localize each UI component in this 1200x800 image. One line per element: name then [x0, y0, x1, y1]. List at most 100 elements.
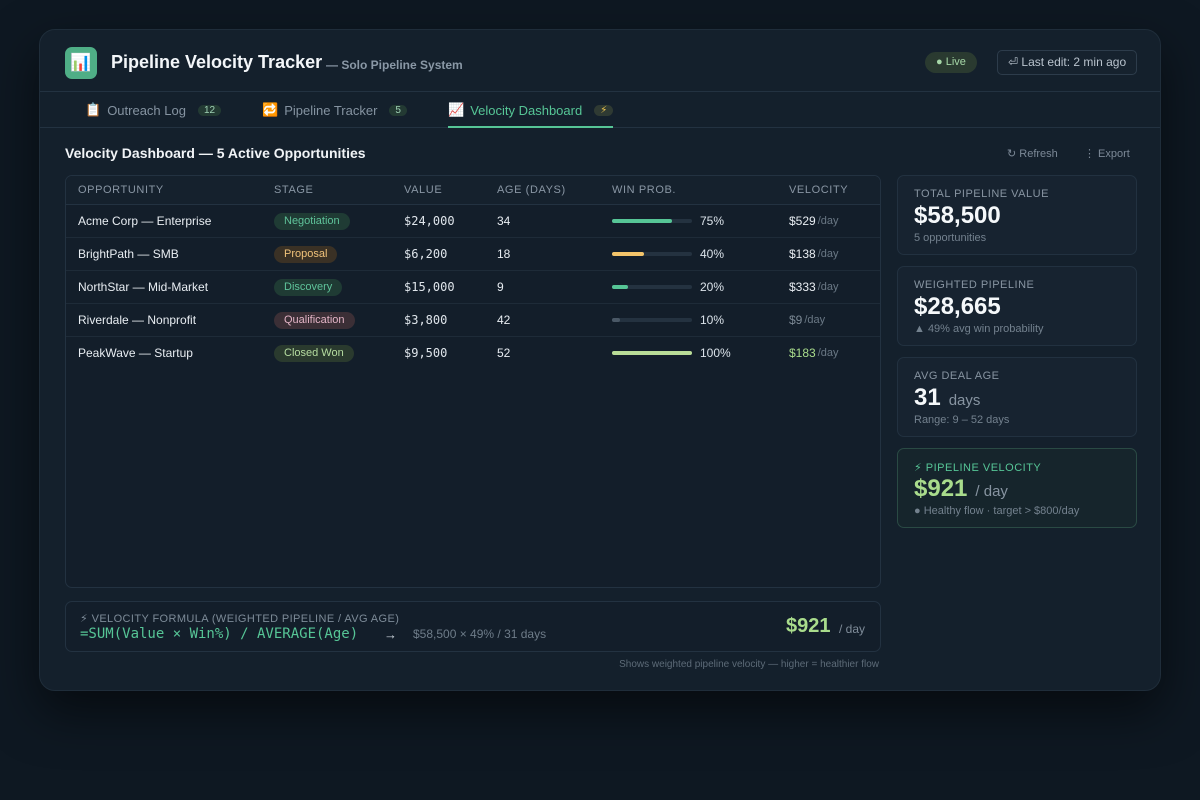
deal-value: $6,200	[404, 247, 448, 261]
card-subtext: Range: 9 – 52 days	[914, 414, 1010, 426]
stage-cell: Qualification	[274, 304, 355, 336]
velocity-value: $9	[789, 313, 803, 327]
table-row[interactable]: PeakWave — Startup Closed Won $9,500 52 100%…	[66, 337, 880, 370]
velocity-unit: /day	[817, 215, 839, 227]
velocity-cell: $529/day	[789, 205, 839, 237]
tab-pipeline-tracker[interactable]: 🔁 Pipeline Tracker 5	[262, 92, 407, 128]
repeat-icon: 🔁	[262, 102, 279, 117]
formula-code: =SUM(Value × Win%) / AVERAGE(Age)	[80, 626, 359, 642]
opportunity-name: PeakWave — Startup	[78, 346, 193, 360]
column-header-value: Value	[404, 184, 443, 196]
card-subtext: ● Healthy flow · target > $800/day	[914, 505, 1080, 517]
velocity-unit: /day	[817, 248, 839, 260]
win-probability-label: 20%	[700, 280, 725, 294]
win-probability-label: 40%	[700, 247, 725, 261]
opportunity-name: NorthStar — Mid-Market	[78, 280, 209, 294]
chart-icon: 📊	[65, 47, 97, 79]
card-label: ⚡ Pipeline Velocity	[914, 462, 1042, 474]
table-row[interactable]: Riverdale — Nonprofit Qualification $3,800…	[66, 304, 880, 337]
refresh-button[interactable]: ↻ Refresh	[1007, 147, 1058, 160]
tab-count-badge: 5	[389, 104, 407, 116]
tab-label: Pipeline Tracker	[284, 102, 378, 118]
opportunity-name: Riverdale — Nonprofit	[78, 313, 197, 327]
formula-label: ⚡ Velocity Formula (Weighted Pipeline / …	[80, 613, 400, 625]
velocity-cell: $138/day	[789, 238, 839, 270]
opportunity-name: Acme Corp — Enterprise	[78, 214, 212, 228]
card-label: Weighted Pipeline	[914, 279, 1035, 291]
deal-value: $3,800	[404, 313, 448, 327]
last-edit-button[interactable]: ⏎ Last edit: 2 min ago	[997, 50, 1138, 75]
table-row[interactable]: NorthStar — Mid-Market Discovery $15,000 9 2…	[66, 271, 880, 304]
deal-age: 18	[497, 247, 511, 261]
column-header-velocity: Velocity	[789, 184, 849, 196]
app-window: 📊 Pipeline Velocity Tracker — Solo Pipel…	[39, 29, 1161, 691]
lightning-icon: ⚡	[594, 104, 614, 116]
win-probability-bar	[612, 285, 692, 289]
win-probability-cell: 100%	[612, 337, 731, 369]
pipeline-velocity-card: ⚡ Pipeline Velocity $921 / day ● Healthy …	[897, 448, 1137, 528]
velocity-cell: $183/day	[789, 337, 839, 369]
card-value: $28,665	[914, 293, 1001, 321]
card-value: $921 / day	[914, 475, 1008, 503]
section-title: Velocity Dashboard — 5 Active Opportunit…	[65, 145, 366, 161]
card-subtext: 5 opportunities	[914, 232, 987, 244]
stage-cell: Discovery	[274, 271, 343, 303]
win-probability-cell: 20%	[612, 271, 724, 303]
stage-cell: Proposal	[274, 238, 338, 270]
tab-outreach-log[interactable]: 📋 Outreach Log 12	[85, 92, 222, 128]
tab-count-badge: 12	[197, 104, 222, 116]
stage-badge: Qualification	[274, 311, 355, 329]
formula-footnote: Shows weighted pipeline velocity — highe…	[619, 659, 879, 670]
velocity-value: $183	[789, 346, 816, 360]
win-probability-bar	[612, 219, 692, 223]
stage-cell: Negotiation	[274, 205, 350, 237]
card-value: 31 days	[914, 384, 980, 412]
tab-velocity-dashboard[interactable]: 📈 Velocity Dashboard ⚡	[448, 92, 614, 128]
card-value: $58,500	[914, 202, 1001, 230]
velocity-value: $138	[789, 247, 816, 261]
tab-bar: 📋 Outreach Log 12 🔁 Pipeline Tracker 5 📈…	[40, 92, 1160, 128]
win-probability-bar	[612, 351, 692, 355]
win-probability-cell: 75%	[612, 205, 724, 237]
win-probability-cell: 10%	[612, 304, 724, 336]
card-value-number: 31	[914, 384, 941, 411]
deal-age: 52	[497, 346, 511, 360]
velocity-value: $333	[789, 280, 816, 294]
column-header-opportunity: Opportunity	[78, 184, 164, 196]
avg-deal-age-card: Avg Deal Age 31 days Range: 9 – 52 days	[897, 357, 1137, 437]
arrow-right-icon: →	[384, 627, 397, 642]
deal-value: $9,500	[404, 346, 448, 360]
stage-badge: Negotiation	[274, 212, 350, 230]
opportunity-name: BrightPath — SMB	[78, 247, 179, 261]
win-probability-fill	[612, 351, 692, 355]
win-probability-fill	[612, 252, 644, 256]
trend-chart-icon: 📈	[448, 102, 465, 117]
stage-badge: Proposal	[274, 245, 338, 263]
stage-cell: Closed Won	[274, 337, 354, 369]
export-button[interactable]: ⋮ Export	[1084, 147, 1130, 160]
column-header-age: Age (Days)	[497, 184, 566, 196]
win-probability-bar	[612, 318, 692, 322]
formula-result-value: $921	[786, 615, 831, 637]
weighted-pipeline-card: Weighted Pipeline $28,665 ▲ 49% avg win …	[897, 266, 1137, 346]
deal-value: $15,000	[404, 280, 455, 294]
tab-label: Outreach Log	[107, 102, 186, 118]
table-row[interactable]: BrightPath — SMB Proposal $6,200 18 40% $138/…	[66, 238, 880, 271]
card-subtext: ▲ 49% avg win probability	[914, 323, 1044, 335]
formula-result-unit: / day	[839, 622, 866, 636]
deal-age: 34	[497, 214, 511, 228]
card-value-unit: days	[948, 392, 981, 409]
velocity-cell: $9/day	[789, 304, 825, 336]
velocity-cell: $333/day	[789, 271, 839, 303]
app-title: Pipeline Velocity Tracker	[111, 52, 323, 72]
card-label: Avg Deal Age	[914, 370, 1000, 382]
velocity-unit: /day	[804, 314, 826, 326]
clipboard-icon: 📋	[85, 102, 102, 117]
win-probability-label: 10%	[700, 313, 725, 327]
app-subtitle: — Solo Pipeline System	[326, 58, 463, 72]
win-probability-bar	[612, 252, 692, 256]
deal-age: 9	[497, 280, 504, 294]
velocity-unit: /day	[817, 281, 839, 293]
card-value-number: $921	[914, 475, 968, 502]
table-row[interactable]: Acme Corp — Enterprise Negotiation $24,000…	[66, 205, 880, 238]
